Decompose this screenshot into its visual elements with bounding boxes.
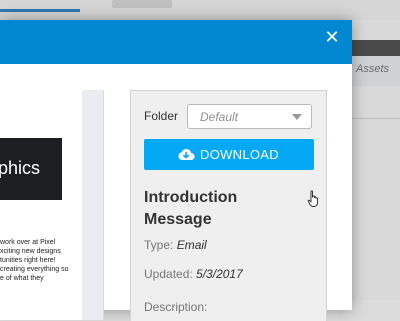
asset-preview-document: phics work over at Pixel xciting new des… — [0, 90, 82, 320]
modal-header: ✕ — [0, 20, 352, 64]
asset-preview-pane: phics work over at Pixel xciting new des… — [0, 90, 104, 320]
hand-cursor-icon — [307, 190, 319, 207]
preview-body-line: tunities right here! — [0, 257, 56, 264]
asset-details-panel: Folder Default DOWNLOAD Introduction Mes… — [130, 90, 327, 321]
preview-hero-image: phics — [0, 138, 62, 200]
download-button[interactable]: DOWNLOAD — [144, 139, 314, 170]
background-assets-tab: Assets — [352, 56, 400, 86]
cloud-download-icon — [178, 148, 195, 161]
close-icon[interactable]: ✕ — [324, 29, 340, 47]
asset-type-value: Email — [176, 238, 207, 252]
asset-updated-value: 5/3/2017 — [196, 267, 243, 281]
background-divider — [352, 118, 400, 119]
preview-hero-text: phics — [0, 158, 41, 178]
asset-updated-row: Updated: 5/3/2017 — [144, 267, 243, 281]
preview-body-line: creating everything so — [0, 266, 69, 273]
chevron-down-icon — [292, 114, 302, 120]
asset-type-row: Type: Email — [144, 238, 207, 252]
asset-updated-label: Updated: — [144, 267, 193, 281]
asset-modal: ✕ phics work over at Pixel xciting new d… — [0, 20, 352, 321]
background-toolbar — [352, 40, 400, 56]
folder-select-value: Default — [200, 110, 239, 124]
asset-description-label: Description: — [144, 300, 208, 314]
preview-body-line: work over at Pixel — [0, 239, 56, 246]
download-button-label: DOWNLOAD — [200, 147, 279, 162]
preview-body-line: xciting new designs — [0, 248, 61, 255]
asset-type-label: Type: — [144, 238, 174, 252]
preview-body-text: work over at Pixel xciting new designs t… — [0, 238, 80, 283]
asset-title: Introduction Message — [144, 189, 238, 228]
preview-body-line: e of what they — [0, 275, 44, 282]
folder-label: Folder — [144, 109, 179, 123]
background-active-tab-indicator — [0, 9, 80, 12]
folder-select[interactable]: Default — [187, 104, 312, 129]
background-assets-label: Assets — [356, 63, 390, 75]
background-tab-label-placeholder — [112, 0, 172, 8]
